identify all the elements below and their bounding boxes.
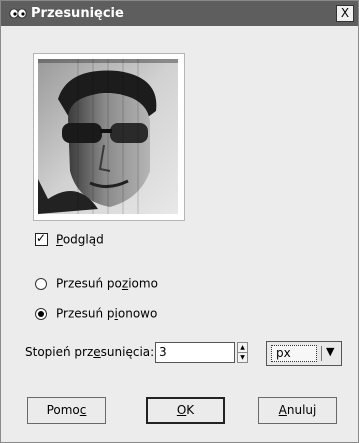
radio-selected-dot xyxy=(38,310,44,317)
radio-horizontal-row[interactable]: Przesuń poziomo xyxy=(35,276,158,292)
dropdown-separator xyxy=(321,346,322,361)
ok-button[interactable]: OK xyxy=(146,397,225,424)
shift-amount-label: Stopień przesunięcia: xyxy=(25,345,155,359)
preview-checkbox-row[interactable]: ✓ Podgląd xyxy=(35,231,104,248)
unit-dropdown[interactable]: px ▼ xyxy=(266,341,342,366)
radio-vertical[interactable] xyxy=(35,307,47,320)
dialog-title: Przesunięcie xyxy=(31,6,124,21)
preview-checkbox[interactable]: ✓ xyxy=(35,231,48,246)
shift-amount-spinner[interactable]: ▲ ▼ xyxy=(237,342,248,363)
close-button[interactable]: X xyxy=(336,5,354,22)
dialog-window: Przesunięcie X ✓ Podgląd Przesuń poziomo… xyxy=(0,0,359,443)
radio-horizontal-label: Przesuń poziomo xyxy=(56,276,158,291)
radio-vertical-row[interactable]: Przesuń pionowo xyxy=(35,306,157,322)
preview-image xyxy=(38,59,178,214)
spin-down-icon[interactable]: ▼ xyxy=(238,353,247,362)
cancel-button[interactable]: Anuluj xyxy=(258,397,337,424)
unit-value: px xyxy=(271,345,317,362)
spin-up-icon[interactable]: ▲ xyxy=(238,343,247,353)
app-eyes-icon xyxy=(9,8,27,19)
radio-vertical-label: Przesuń pionowo xyxy=(56,306,158,321)
preview-panel xyxy=(33,53,185,221)
radio-horizontal[interactable] xyxy=(35,277,47,290)
check-mark-icon: ✓ xyxy=(36,231,47,245)
help-button[interactable]: Pomoc xyxy=(27,397,106,424)
preview-checkbox-label: Podgląd xyxy=(56,232,104,247)
title-bar[interactable]: Przesunięcie X xyxy=(1,1,358,26)
dropdown-arrow-icon[interactable]: ▼ xyxy=(326,345,334,358)
shift-amount-input[interactable]: 3 xyxy=(155,342,235,363)
